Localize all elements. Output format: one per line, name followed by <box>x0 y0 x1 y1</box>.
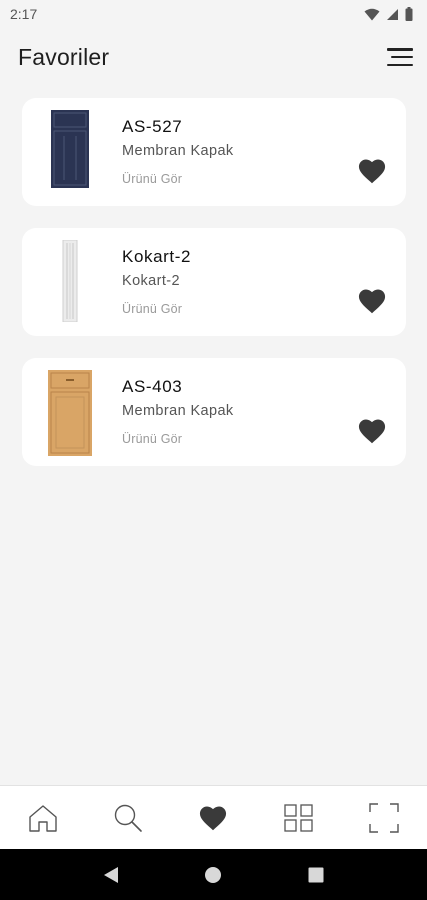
page-title: Favoriler <box>18 43 110 70</box>
view-product-link[interactable]: Ürünü Gör <box>122 302 191 316</box>
menu-icon[interactable] <box>385 45 413 69</box>
door-panel-image <box>51 110 89 188</box>
status-icons <box>364 7 413 21</box>
nav-home[interactable] <box>13 788 73 848</box>
heart-icon <box>200 805 227 830</box>
back-icon <box>104 866 119 883</box>
view-product-link[interactable]: Ürünü Gör <box>122 172 234 186</box>
product-category: Membran Kapak <box>122 143 234 159</box>
menu-line <box>387 63 413 66</box>
menu-line <box>387 48 413 51</box>
system-nav-bar <box>0 849 427 900</box>
product-thumbnail[interactable] <box>48 370 92 456</box>
nav-scan[interactable] <box>354 788 414 848</box>
product-thumbnail[interactable] <box>48 240 92 322</box>
favorite-card[interactable]: AS-403 Membran Kapak Ürünü Gör <box>22 358 406 466</box>
product-name: AS-403 <box>122 377 183 396</box>
product-thumbnail[interactable] <box>48 110 92 192</box>
heart-icon[interactable] <box>358 418 386 444</box>
product-info: AS-403 Membran Kapak Ürünü Gör <box>122 377 234 446</box>
bottom-nav <box>0 785 427 849</box>
view-product-link[interactable]: Ürünü Gör <box>122 432 234 446</box>
favorite-card[interactable]: AS-527 Membran Kapak Ürünü Gör <box>22 98 406 206</box>
product-info: Kokart-2 Kokart-2 Ürünü Gör <box>122 247 191 316</box>
product-name: AS-527 <box>122 117 183 136</box>
scan-frame-icon <box>369 802 399 833</box>
wifi-icon <box>364 8 380 20</box>
menu-line <box>391 55 413 59</box>
favorite-card[interactable]: Kokart-2 Kokart-2 Ürünü Gör <box>22 228 406 336</box>
system-home-button[interactable] <box>193 855 233 895</box>
search-icon <box>114 804 142 832</box>
home-icon <box>28 804 57 832</box>
recents-square-icon <box>308 867 324 882</box>
kokart-image <box>62 240 78 322</box>
heart-icon[interactable] <box>358 158 386 184</box>
system-recents-button[interactable] <box>296 855 336 895</box>
favorites-list: AS-527 Membran Kapak Ürünü Gör Kokart-2 … <box>22 98 406 488</box>
home-circle-icon <box>205 866 222 883</box>
nav-search[interactable] <box>98 788 158 848</box>
product-name: Kokart-2 <box>122 247 192 266</box>
status-time: 2:17 <box>10 6 38 22</box>
signal-icon <box>387 8 398 20</box>
nav-favorites[interactable] <box>183 788 243 848</box>
door-panel-image <box>48 370 92 456</box>
grid-icon <box>284 803 313 832</box>
heart-icon[interactable] <box>358 288 386 314</box>
app-header: Favoriler <box>0 28 427 86</box>
nav-categories[interactable] <box>269 788 329 848</box>
product-category: Membran Kapak <box>122 403 234 419</box>
product-category: Kokart-2 <box>122 273 180 289</box>
product-info: AS-527 Membran Kapak Ürünü Gör <box>122 117 234 186</box>
system-back-button[interactable] <box>91 855 131 895</box>
status-bar: 2:17 <box>0 0 427 28</box>
battery-icon <box>405 7 413 21</box>
